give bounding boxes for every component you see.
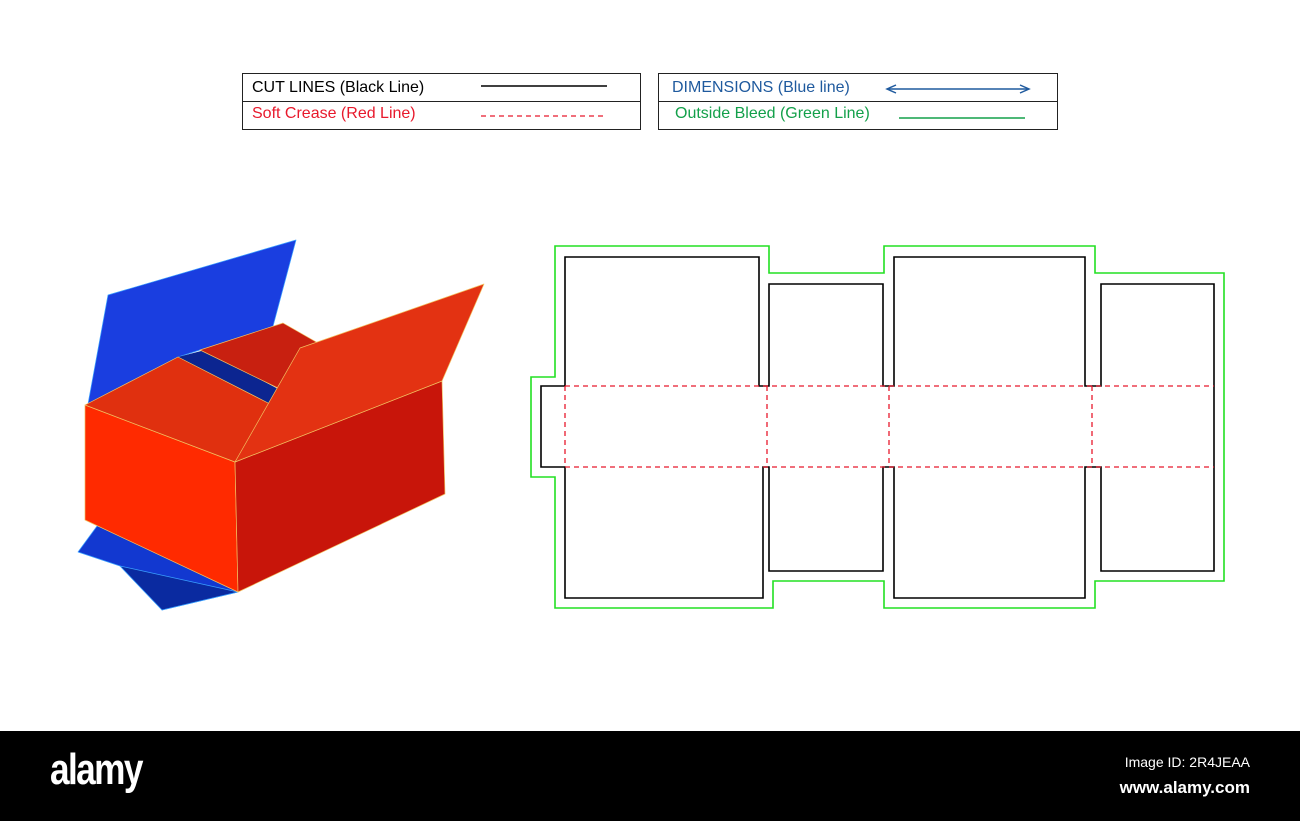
alamy-logo: alamy [50,745,143,794]
artwork [77,239,1225,611]
website-link[interactable]: www.alamy.com [1120,778,1250,798]
image-id: Image ID: 2R4JEAA [1124,754,1250,770]
cut-outline [540,256,1215,599]
crease-lines [564,385,1214,468]
dieline [530,245,1225,609]
box-3d-illustration [77,239,485,611]
bleed-outline [530,245,1225,609]
footer-bar: alamy Image ID: 2R4JEAA www.alamy.com [0,731,1300,821]
